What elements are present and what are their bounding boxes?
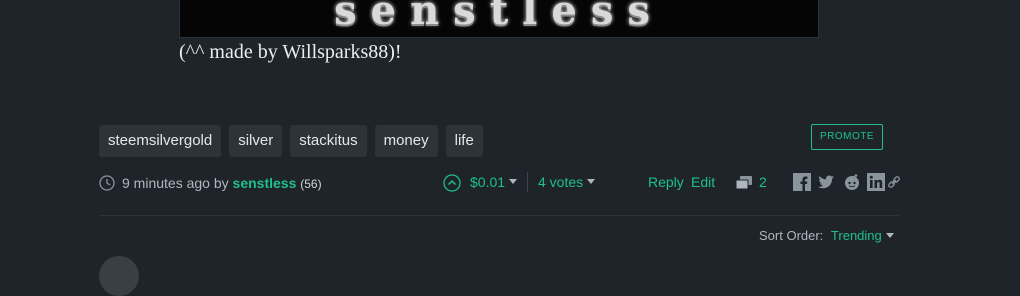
banner-logo-text: senstless bbox=[334, 0, 664, 34]
sort-order-dropdown[interactable]: Trending bbox=[831, 228, 894, 243]
reply-link[interactable]: Reply bbox=[648, 174, 684, 190]
post-banner-image: senstless bbox=[179, 0, 819, 38]
chevron-down-icon bbox=[509, 179, 518, 185]
section-divider bbox=[99, 215, 899, 216]
author-reputation: (56) bbox=[300, 177, 322, 191]
avatar[interactable] bbox=[99, 256, 139, 296]
reddit-icon[interactable] bbox=[843, 173, 861, 191]
divider bbox=[527, 172, 528, 192]
post-timestamp: 9 minutes ago by senstless (56) bbox=[122, 175, 322, 191]
tag-item[interactable]: life bbox=[445, 125, 483, 157]
author-link[interactable]: senstless bbox=[233, 175, 297, 191]
tag-list: steemsilvergold silver stackitus money l… bbox=[99, 125, 491, 157]
edit-link[interactable]: Edit bbox=[691, 174, 715, 190]
post-credit-text: (^^ made by Willsparks88)! bbox=[179, 41, 402, 63]
post-time: 9 minutes ago bbox=[122, 175, 210, 191]
payout-value[interactable]: $0.01 bbox=[470, 174, 518, 190]
sort-order: Sort Order: Trending bbox=[759, 228, 894, 243]
tag-item[interactable]: stackitus bbox=[290, 125, 367, 157]
tag-item[interactable]: money bbox=[374, 125, 438, 157]
tag-item[interactable]: silver bbox=[229, 125, 283, 157]
votes-count: 4 votes bbox=[538, 174, 584, 190]
votes-dropdown[interactable]: 4 votes bbox=[538, 174, 596, 190]
sort-order-label: Sort Order: bbox=[759, 228, 824, 243]
link-icon[interactable] bbox=[887, 173, 901, 191]
twitter-icon[interactable] bbox=[817, 173, 835, 191]
comments-icon[interactable] bbox=[736, 176, 752, 190]
clock-icon bbox=[99, 175, 115, 191]
promote-button[interactable]: PROMOTE bbox=[811, 124, 883, 150]
chevron-down-icon bbox=[885, 232, 894, 238]
chevron-down-icon bbox=[587, 179, 596, 185]
comments-count[interactable]: 2 bbox=[759, 174, 767, 190]
linkedin-icon[interactable] bbox=[867, 173, 885, 191]
payout-amount: $0.01 bbox=[470, 174, 506, 190]
by-label: by bbox=[213, 175, 229, 191]
tag-item[interactable]: steemsilvergold bbox=[99, 125, 222, 157]
sort-order-value: Trending bbox=[830, 228, 882, 243]
upvote-icon[interactable] bbox=[443, 174, 461, 192]
facebook-icon[interactable] bbox=[793, 173, 811, 191]
